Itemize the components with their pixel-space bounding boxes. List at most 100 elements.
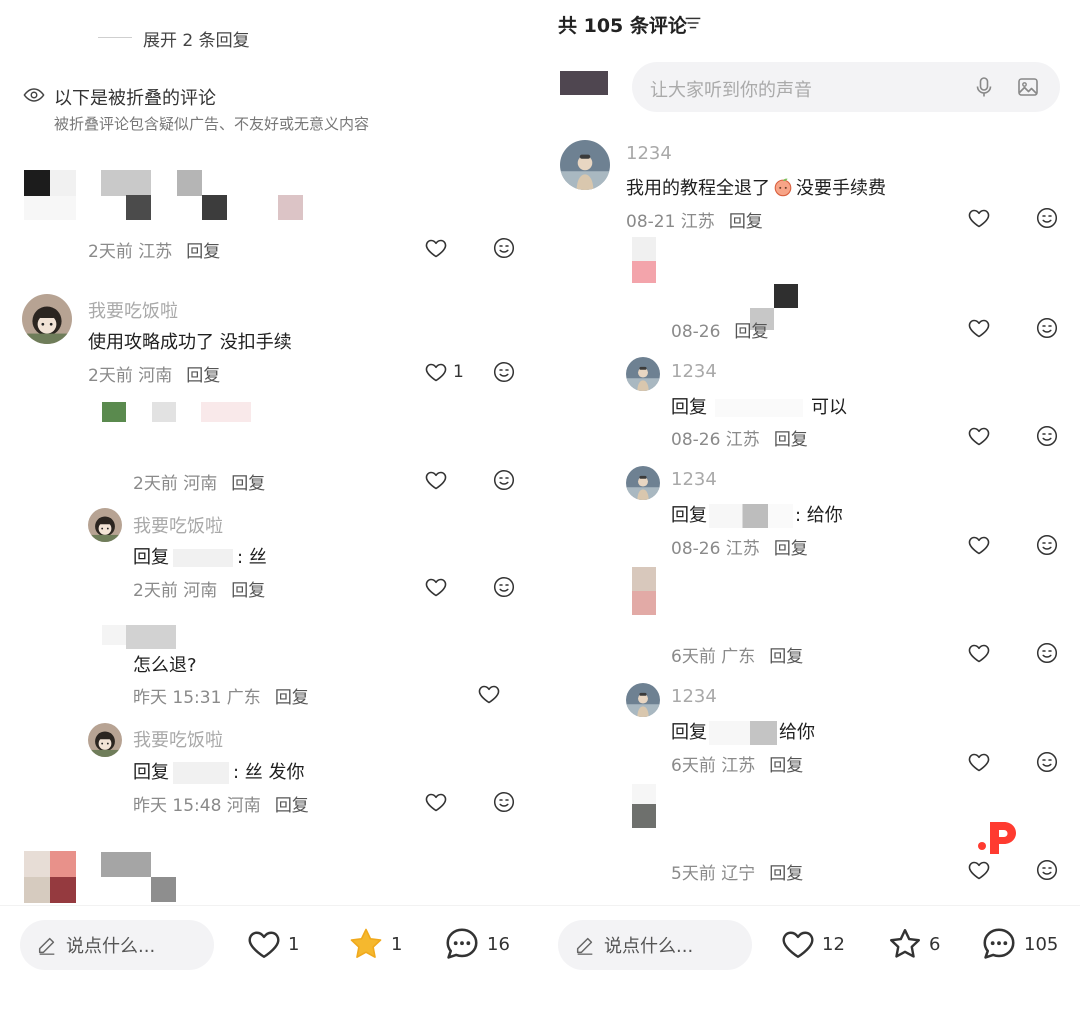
- heart-icon[interactable]: [967, 858, 991, 882]
- redacted-avatar: [102, 625, 126, 645]
- reply-prefix: 回复: [671, 397, 707, 418]
- heart-icon[interactable]: [967, 424, 991, 448]
- emoji-icon[interactable]: [1035, 424, 1059, 448]
- like-button[interactable]: 12: [780, 924, 845, 964]
- emoji-icon[interactable]: [492, 468, 516, 492]
- comment-input[interactable]: 让大家听到你的声音: [632, 62, 1060, 112]
- comment-meta: 08-26 江苏 回复: [671, 425, 808, 450]
- comment-author[interactable]: 1234: [626, 143, 672, 164]
- avatar[interactable]: [626, 466, 660, 500]
- comment-input[interactable]: 说点什么...: [20, 920, 214, 970]
- pencil-icon: [574, 934, 596, 956]
- reply-button[interactable]: 回复: [774, 539, 808, 559]
- heart-icon[interactable]: [967, 533, 991, 557]
- comment-input-placeholder: 说点什么...: [604, 936, 694, 957]
- comment-input[interactable]: 说点什么...: [558, 920, 752, 970]
- expand-divider: [98, 37, 132, 38]
- comment-text: 我用的教程全退了 没要手续费: [626, 174, 886, 200]
- avatar[interactable]: [626, 357, 660, 391]
- comment-author[interactable]: 我要吃饭啦: [133, 726, 223, 752]
- reply-button[interactable]: 回复: [186, 366, 220, 386]
- avatar[interactable]: [22, 294, 72, 344]
- expand-replies-link[interactable]: 展开 2 条回复: [143, 26, 250, 51]
- reply-button[interactable]: 回复: [275, 796, 309, 816]
- reply-button[interactable]: 回复: [769, 647, 803, 667]
- reply-button[interactable]: 回复: [769, 756, 803, 776]
- redacted-block: [101, 170, 151, 196]
- emoji-icon[interactable]: [1035, 750, 1059, 774]
- comment-time-location: 昨天 15:48 河南: [133, 796, 261, 816]
- comment-input-placeholder: 让大家听到你的声音: [650, 80, 812, 101]
- comment-time-location: 2天前 河南: [133, 581, 218, 601]
- redacted-avatar: [24, 170, 50, 196]
- redacted-block: [126, 625, 176, 649]
- comments-button[interactable]: 105: [980, 924, 1058, 964]
- comment-author[interactable]: 1234: [671, 686, 717, 707]
- heart-icon[interactable]: [424, 468, 448, 492]
- comment-author[interactable]: 1234: [671, 361, 717, 382]
- bottom-action-bar: 说点什么... 1 1 16: [0, 905, 540, 1029]
- redacted-block: [24, 196, 76, 220]
- heart-icon[interactable]: [967, 316, 991, 340]
- comment-time-location: 6天前 广东: [671, 647, 756, 667]
- comment-meta: 5天前 辽宁 回复: [671, 859, 803, 884]
- reply-prefix: 回复: [671, 722, 707, 743]
- emoji-icon[interactable]: [1035, 533, 1059, 557]
- emoji-icon[interactable]: [1035, 206, 1059, 230]
- avatar[interactable]: [88, 723, 122, 757]
- reply-button[interactable]: 回复: [231, 474, 265, 494]
- redacted-block: [126, 195, 151, 220]
- emoji-icon[interactable]: [1035, 316, 1059, 340]
- reply-button[interactable]: 回复: [734, 322, 768, 342]
- heart-icon[interactable]: [967, 641, 991, 665]
- heart-icon[interactable]: [424, 236, 448, 260]
- comment-time-location: 08-21 江苏: [626, 212, 715, 232]
- comments-button[interactable]: 16: [443, 924, 510, 964]
- reply-button[interactable]: 回复: [729, 212, 763, 232]
- comment-time-location: 08-26 江苏: [671, 430, 760, 450]
- filter-icon[interactable]: [682, 12, 704, 34]
- heart-icon: [780, 926, 816, 962]
- emoji-icon[interactable]: [1035, 641, 1059, 665]
- emoji-icon[interactable]: [492, 575, 516, 599]
- avatar[interactable]: [88, 508, 122, 542]
- comment-author[interactable]: 1234: [671, 469, 717, 490]
- redacted-username: [709, 504, 793, 528]
- like-count: 12: [822, 933, 845, 955]
- emoji-icon[interactable]: [492, 790, 516, 814]
- microphone-icon[interactable]: [972, 75, 996, 99]
- star-icon: [887, 926, 923, 962]
- redacted-avatar: [632, 567, 656, 591]
- comment-time-location: 6天前 江苏: [671, 756, 756, 776]
- emoji-icon[interactable]: [1035, 858, 1059, 882]
- like-button[interactable]: 1: [246, 924, 299, 964]
- comment-author[interactable]: 我要吃饭啦: [88, 297, 178, 323]
- redacted-block: [50, 877, 76, 903]
- heart-icon[interactable]: [424, 790, 448, 814]
- reply-button[interactable]: 回复: [275, 688, 309, 708]
- comment-time-location: 2天前 江苏: [88, 242, 173, 262]
- heart-icon[interactable]: [424, 360, 448, 384]
- reply-button[interactable]: 回复: [186, 242, 220, 262]
- comment-author[interactable]: 我要吃饭啦: [133, 512, 223, 538]
- image-icon[interactable]: [1016, 75, 1040, 99]
- heart-icon[interactable]: [477, 682, 501, 706]
- heart-icon[interactable]: [967, 750, 991, 774]
- redacted-block: [201, 402, 251, 422]
- heart-icon[interactable]: [424, 575, 448, 599]
- like-count: 1: [288, 933, 300, 955]
- favorite-button[interactable]: 1: [347, 924, 402, 964]
- comment-body: : 丝: [237, 547, 267, 568]
- comment-text: 回复: 丝 发你: [133, 758, 305, 784]
- avatar[interactable]: [560, 140, 610, 190]
- heart-icon[interactable]: [967, 206, 991, 230]
- favorite-button[interactable]: 6: [887, 924, 940, 964]
- comment-time-location: 08-26 江苏: [671, 539, 760, 559]
- reply-button[interactable]: 回复: [774, 430, 808, 450]
- comment-count: 105: [1024, 933, 1059, 955]
- avatar[interactable]: [626, 683, 660, 717]
- emoji-icon[interactable]: [492, 236, 516, 260]
- emoji-icon[interactable]: [492, 360, 516, 384]
- reply-button[interactable]: 回复: [769, 864, 803, 884]
- reply-button[interactable]: 回复: [231, 581, 265, 601]
